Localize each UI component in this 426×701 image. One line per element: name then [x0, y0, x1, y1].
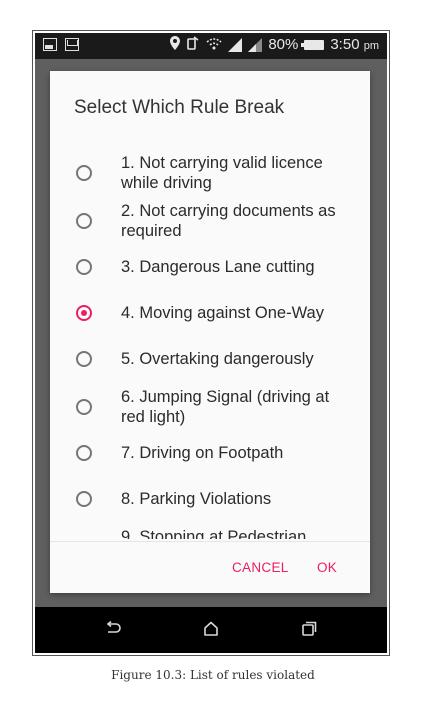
back-button[interactable]: [93, 607, 133, 653]
radio-button-selected[interactable]: [76, 305, 92, 321]
status-bar: 80% 3:50 pm: [35, 33, 387, 59]
radio-button[interactable]: [76, 259, 92, 275]
location-icon: [170, 36, 181, 53]
cancel-button[interactable]: CANCEL: [232, 560, 289, 575]
radio-button[interactable]: [76, 165, 92, 181]
mail-icon: [65, 38, 79, 51]
option-label: 6. Jumping Signal (driving at red light): [121, 388, 330, 426]
clock-time: 3:50: [330, 36, 360, 53]
phone-screen: 80% 3:50 pm Select Which Rule Break 1. N…: [35, 33, 387, 653]
options-list[interactable]: 1. Not carrying valid licence while driv…: [50, 127, 370, 539]
option-label: 5. Overtaking dangerously: [121, 350, 314, 368]
dialog-title: Select Which Rule Break: [74, 97, 285, 118]
option-label: 7. Driving on Footpath: [121, 444, 284, 462]
dialog-divider: [50, 541, 370, 542]
radio-button[interactable]: [76, 213, 92, 229]
image-icon: [43, 38, 57, 51]
navigation-bar: [35, 607, 387, 653]
rule-select-dialog: Select Which Rule Break 1. Not carrying …: [50, 71, 370, 593]
signal-icon: [228, 37, 243, 52]
home-button[interactable]: [191, 607, 231, 653]
recents-button[interactable]: [289, 607, 329, 653]
option-label: 2. Not carrying documents as required: [121, 202, 336, 240]
back-icon: [106, 621, 121, 633]
option-label: 4. Moving against One-Way: [121, 304, 324, 322]
clock-ampm: pm: [363, 40, 379, 52]
radio-button[interactable]: [76, 491, 92, 507]
signal-icon: [248, 37, 263, 52]
radio-button[interactable]: [76, 351, 92, 367]
recents-icon: [302, 621, 317, 636]
radio-button[interactable]: [76, 399, 92, 415]
option-label: 1. Not carrying valid licence while driv…: [121, 154, 323, 192]
wifi-icon: [206, 37, 222, 53]
ok-button[interactable]: OK: [317, 560, 337, 575]
radio-button[interactable]: [76, 445, 92, 461]
home-icon: [204, 621, 218, 636]
figure-caption: Figure 10.3: List of rules violated: [111, 668, 315, 682]
option-label: 8. Parking Violations: [121, 490, 272, 508]
rotate-icon: [186, 36, 200, 53]
battery-icon: [301, 39, 325, 50]
option-label: 9. Stopping at Pedestrian Crossing or Cr…: [121, 528, 307, 539]
option-label: 3. Dangerous Lane cutting: [121, 258, 315, 276]
battery-percent: 80%: [268, 36, 299, 53]
